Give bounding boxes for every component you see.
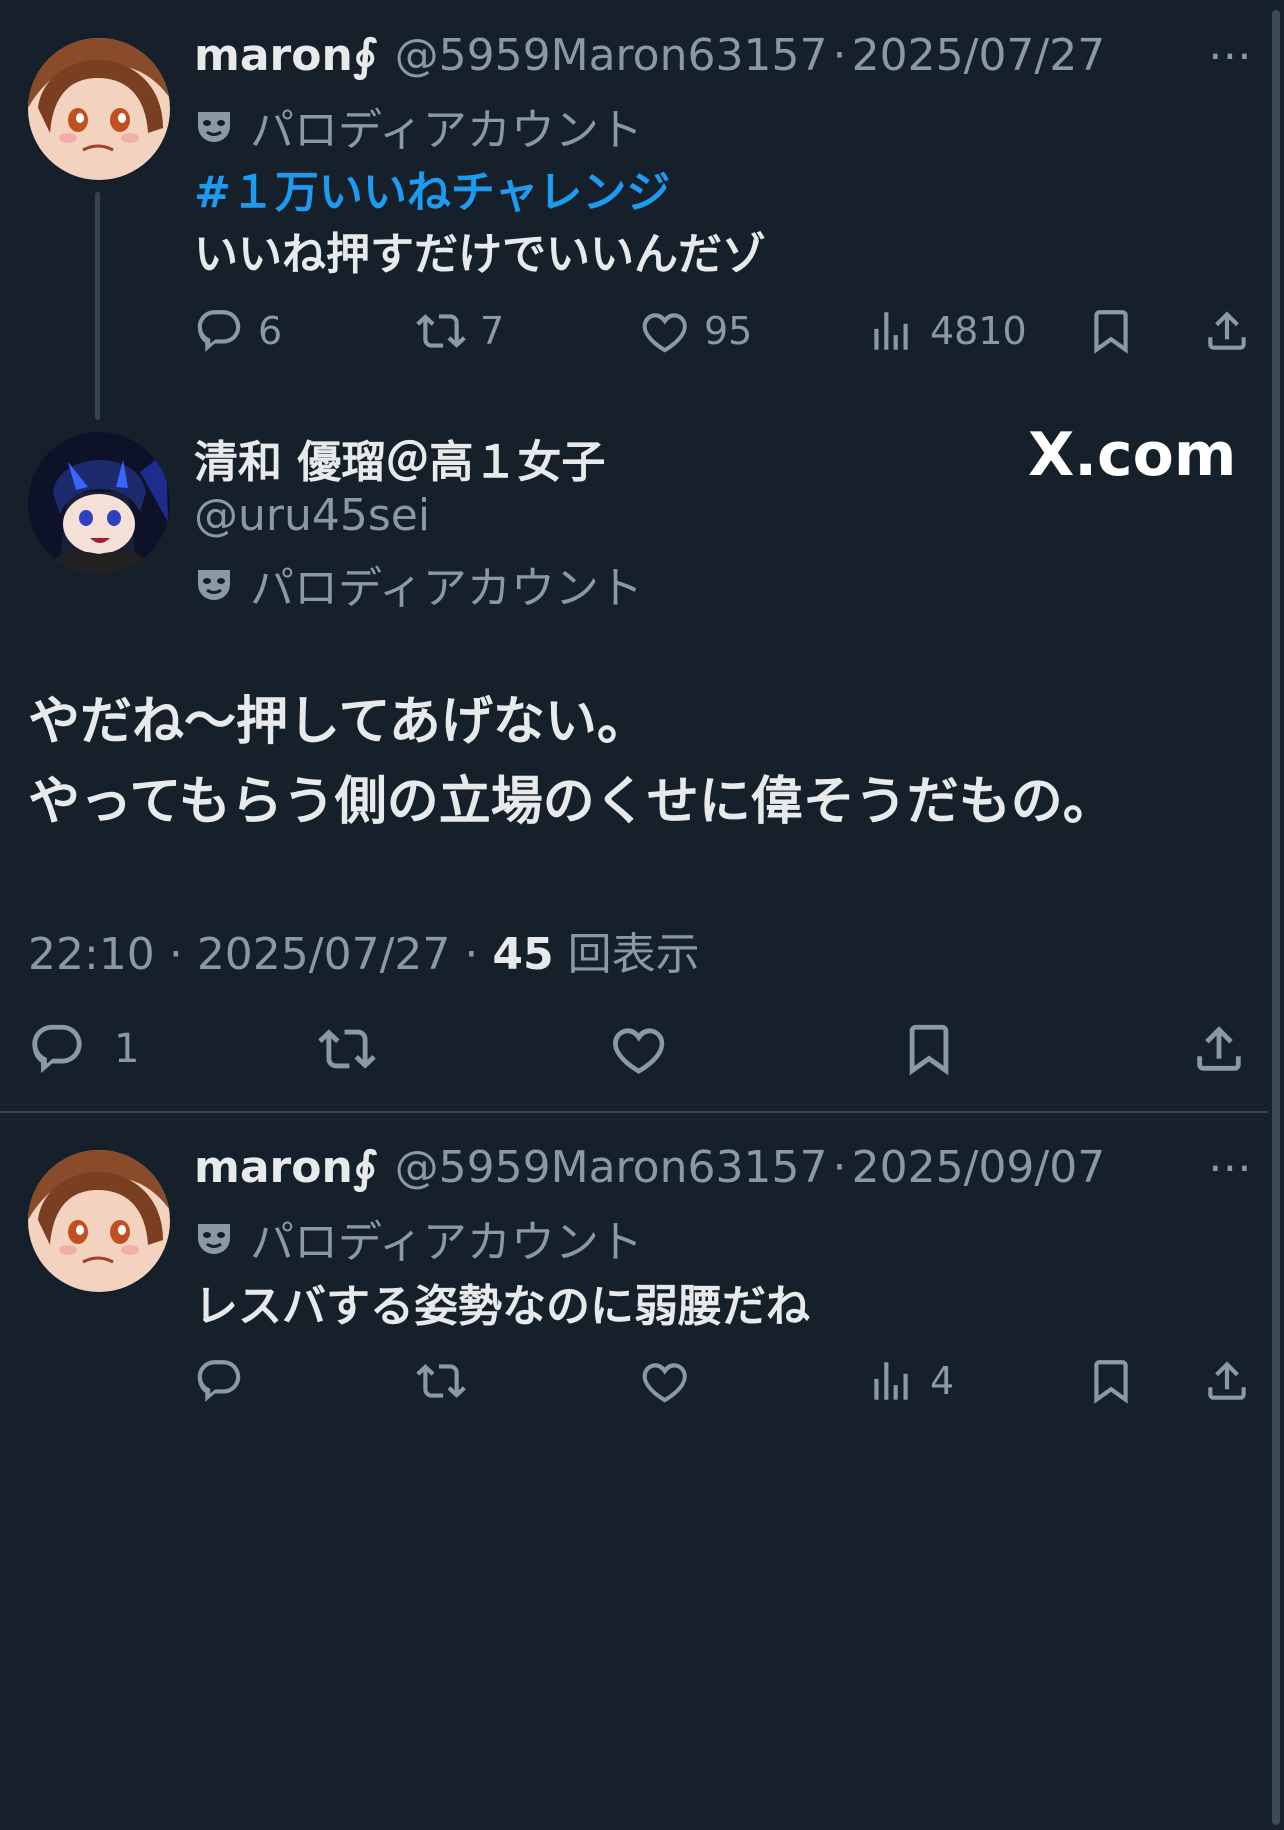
views-icon [874,1362,908,1400]
views-button[interactable]: 4 [866,1356,954,1406]
reply-button[interactable]: 1 [28,1020,139,1078]
parody-text: パロディアカウント [250,563,643,614]
like-count: 95 [704,309,753,353]
heart-icon [613,1028,665,1074]
thread-line [95,192,100,420]
hashtag-link[interactable]: #１万いいねチャレンジ [194,156,670,220]
parody-text: パロディアカウント [250,1217,643,1268]
reply-icon [197,1360,241,1402]
parody-label: パロディアカウント [194,1206,643,1270]
mask-icon [198,112,230,142]
reply-count: 6 [258,309,283,353]
mask-icon [198,1224,230,1254]
retweet-count: 7 [480,309,505,353]
bookmark-button[interactable] [1086,306,1136,356]
display-name[interactable]: maron∮ [194,1142,378,1193]
separator: · [832,30,847,81]
tweet-date[interactable]: 2025/09/07 [852,1142,1106,1193]
reply-icon [197,310,241,352]
tweet-timestamp-row: 22:10 · 2025/07/27 · 45 回表示 [28,918,700,982]
main-tweet-text: やだね〜押してあげない。 やってもらう側の立場のくせに偉そうだもの。 [28,682,1115,842]
mask-icon [198,570,230,600]
bookmark-icon [1094,1360,1128,1404]
like-button[interactable] [610,1020,668,1078]
avatar-image [28,38,170,180]
display-name[interactable]: 清和 優瑠＠高１女子 [194,426,605,490]
tweet1-header: maron∮ @5959Maron63157 · 2025/07/27 [194,30,1105,81]
parody-label: パロディアカウント [194,552,643,616]
handle[interactable]: @5959Maron63157 [395,1142,828,1193]
parody-text: パロディアカウント [250,105,643,156]
main-tweet-line1: やだね〜押してあげない。 [28,692,649,752]
scrollbar[interactable] [1272,10,1280,1825]
reply-button[interactable]: 6 [194,306,282,356]
views-button[interactable]: 4810 [866,306,1027,356]
tweet3-header: maron∮ @5959Maron63157 · 2025/09/07 [194,1142,1105,1193]
retweet-button[interactable]: 7 [416,306,504,356]
retweet-icon [416,314,466,348]
tweet-date[interactable]: 2025/07/27 [852,30,1106,81]
view-label: 回表示 [567,929,700,980]
share-icon [1197,1026,1241,1071]
heart-icon [642,1363,687,1403]
bookmark-icon [909,1024,949,1076]
handle[interactable]: @uru45sei [194,490,430,541]
more-icon[interactable]: ⋯ [1208,30,1254,81]
bookmark-icon [1094,310,1128,354]
avatar-image [28,1150,170,1292]
retweet-icon [416,1364,466,1398]
retweet-button[interactable] [318,1020,376,1078]
share-button[interactable] [1202,306,1252,356]
handle[interactable]: @5959Maron63157 [395,30,828,81]
retweet-icon [318,1029,376,1069]
views-count: 4 [930,1359,955,1403]
share-button[interactable] [1190,1020,1248,1078]
reply-count: 1 [114,1026,140,1072]
tweet-text: いいね押すだけでいいんだゾ [194,229,766,280]
share-icon [1208,1361,1246,1400]
like-button[interactable] [640,1356,690,1406]
separator: · [832,1142,847,1193]
view-count: 45 [492,929,554,980]
tweet-text: レスバする姿勢なのに弱腰だね [194,1281,810,1332]
avatar-maron[interactable] [28,1150,170,1292]
like-button[interactable]: 95 [640,306,752,356]
avatar-image [28,432,170,574]
separator: · [464,929,479,980]
tweet-date[interactable]: 2025/07/27 [197,929,451,980]
x-watermark: X.com [1028,420,1237,490]
reply-icon [32,1024,82,1074]
main-tweet-line2: やってもらう側の立場のくせに偉そうだもの。 [28,772,1115,832]
share-button[interactable] [1202,1356,1252,1406]
reply-button[interactable] [194,1356,244,1406]
share-icon [1208,311,1246,350]
separator: · [168,929,183,980]
bookmark-button[interactable] [900,1020,958,1078]
views-count: 4810 [930,309,1027,353]
views-icon [874,312,908,350]
avatar-uru45sei[interactable] [28,432,170,574]
tweet-time[interactable]: 22:10 [28,929,155,980]
display-name[interactable]: maron∮ [194,30,378,81]
divider [0,1111,1268,1113]
bookmark-button[interactable] [1086,1356,1136,1406]
heart-icon [642,313,687,353]
parody-label: パロディアカウント [194,94,643,158]
retweet-button[interactable] [416,1356,466,1406]
avatar-maron[interactable] [28,38,170,180]
more-icon[interactable]: ⋯ [1208,1142,1254,1193]
